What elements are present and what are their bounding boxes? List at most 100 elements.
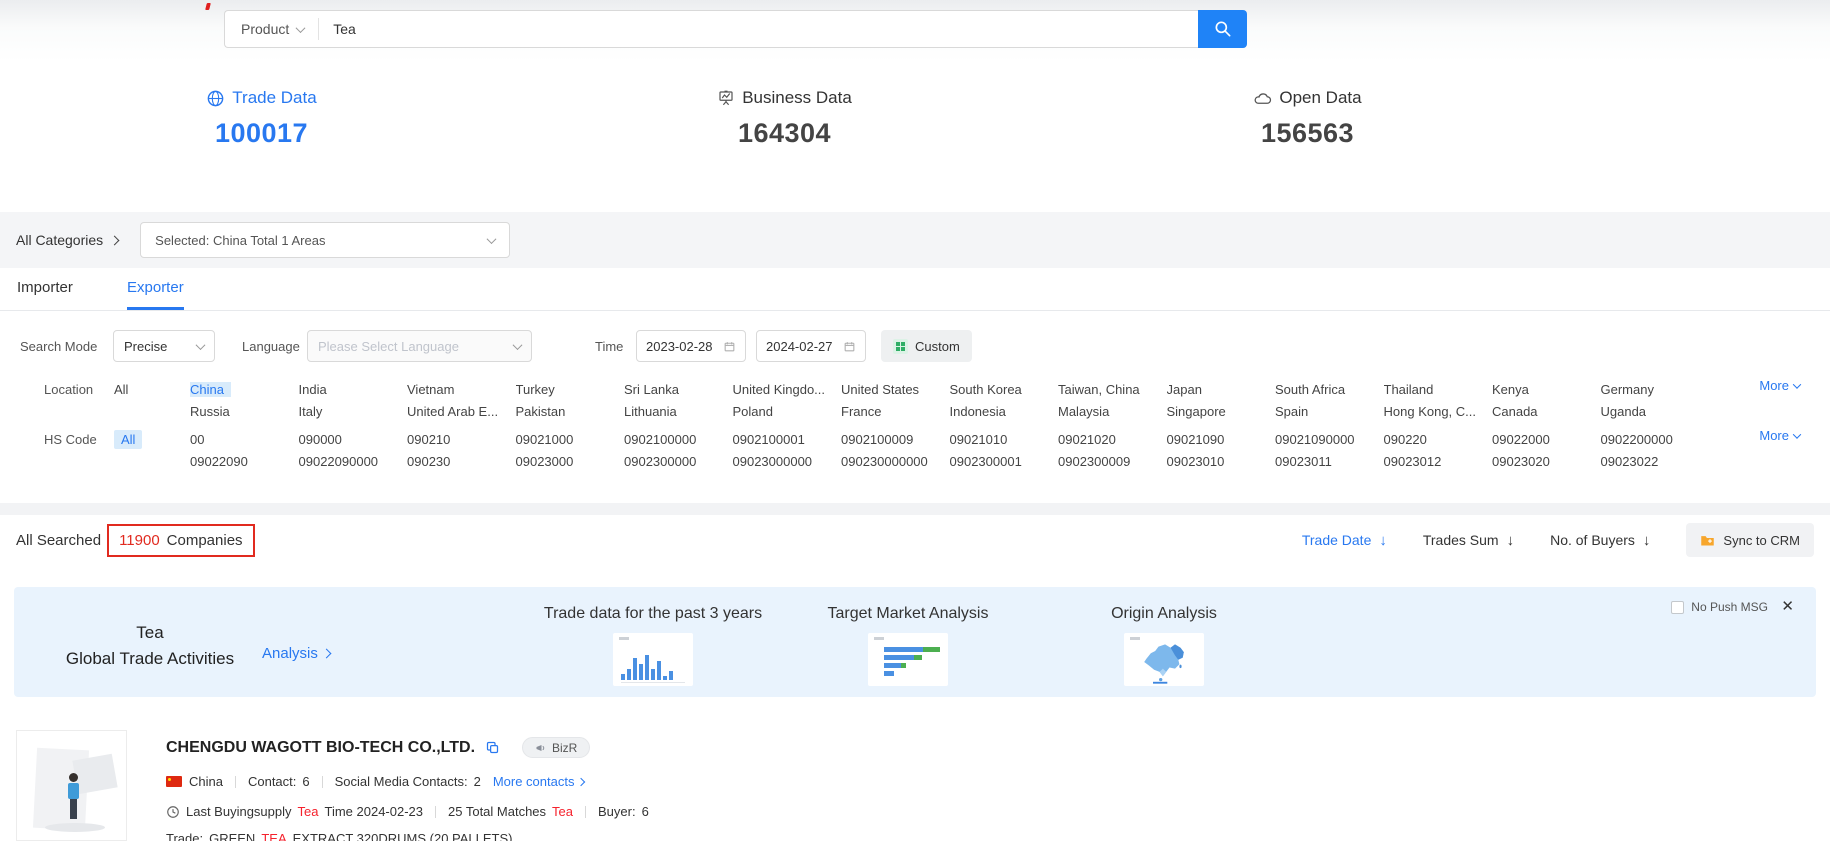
hs-code-option[interactable]: 09023000000 xyxy=(733,454,842,469)
hs-code-option[interactable]: 09021000 xyxy=(516,432,625,447)
location-option[interactable]: Uganda xyxy=(1601,404,1710,419)
all-categories-link[interactable]: All Categories xyxy=(16,232,118,248)
location-option[interactable]: Hong Kong, C... xyxy=(1384,404,1493,419)
location-option[interactable]: Pakistan xyxy=(516,404,625,419)
hs-code-option[interactable]: 09022090 xyxy=(190,454,299,469)
location-option[interactable]: Kenya xyxy=(1492,382,1601,397)
hs-code-option[interactable]: 09022090000 xyxy=(299,454,408,469)
location-option[interactable]: Russia xyxy=(190,404,299,419)
location-option[interactable]: Canada xyxy=(1492,404,1601,419)
location-option[interactable]: Malaysia xyxy=(1058,404,1167,419)
hs-code-option[interactable]: 09023000 xyxy=(516,454,625,469)
custom-time-button[interactable]: Custom xyxy=(881,330,972,362)
location-option[interactable]: Japan xyxy=(1167,382,1276,397)
location-option[interactable]: Thailand xyxy=(1384,382,1493,397)
location-option[interactable]: United Kingdo... xyxy=(733,382,842,397)
hs-code-option[interactable]: 00 xyxy=(190,432,299,447)
sort-trade-date[interactable]: Trade Date ↓ xyxy=(1302,532,1387,549)
location-option[interactable]: South Africa xyxy=(1275,382,1384,397)
hs-code-option[interactable]: 0902200000 xyxy=(1601,432,1710,447)
banner-close-icon[interactable]: ✕ xyxy=(1781,597,1794,615)
hs-code-option[interactable]: 09022000 xyxy=(1492,432,1601,447)
hs-code-option[interactable]: 0902100001 xyxy=(733,432,842,447)
hs-code-option[interactable]: 09023010 xyxy=(1167,454,1276,469)
results-header: All Searched 11900 Companies Trade Date … xyxy=(0,515,1830,565)
hs-code-option[interactable]: 09023022 xyxy=(1601,454,1710,469)
location-all-option[interactable]: All xyxy=(114,382,190,397)
hs-code-option[interactable]: 09023020 xyxy=(1492,454,1601,469)
origin-analysis-card[interactable]: Origin Analysis xyxy=(1051,605,1277,686)
location-option[interactable]: India xyxy=(299,382,408,397)
location-option[interactable]: Italy xyxy=(299,404,408,419)
location-option[interactable]: Indonesia xyxy=(950,404,1059,419)
chevron-right-icon xyxy=(577,777,585,785)
copy-icon[interactable] xyxy=(485,740,500,755)
location-option[interactable]: Germany xyxy=(1601,382,1710,397)
location-option[interactable]: Vietnam xyxy=(407,382,516,397)
trade-text-2: EXTRACT 320DRUMS (20 PALLETS) xyxy=(293,831,513,841)
hs-code-option[interactable]: 0902300001 xyxy=(950,454,1059,469)
hs-all-option[interactable]: All xyxy=(114,432,190,447)
stat-label: Open Data xyxy=(1279,88,1361,108)
hs-code-option[interactable]: 090220 xyxy=(1384,432,1493,447)
location-option[interactable]: Lithuania xyxy=(624,404,733,419)
sync-to-crm-button[interactable]: Sync to CRM xyxy=(1686,523,1814,557)
location-option[interactable]: Singapore xyxy=(1167,404,1276,419)
location-option[interactable]: Poland xyxy=(733,404,842,419)
trade-data-3years-card[interactable]: Trade data for the past 3 years xyxy=(540,605,766,686)
all-categories-label: All Categories xyxy=(16,232,103,248)
no-push-msg-checkbox[interactable] xyxy=(1671,601,1684,614)
tab-importer[interactable]: Importer xyxy=(17,268,73,310)
sort-trades-sum[interactable]: Trades Sum ↓ xyxy=(1423,532,1514,549)
hs-code-option[interactable]: 090000 xyxy=(299,432,408,447)
sort-no-of-buyers[interactable]: No. of Buyers ↓ xyxy=(1550,532,1650,549)
tab-exporter[interactable]: Exporter xyxy=(127,268,184,310)
hs-code-option[interactable]: 09023012 xyxy=(1384,454,1493,469)
location-label: Location xyxy=(44,382,114,397)
hs-code-option[interactable]: 0902100009 xyxy=(841,432,950,447)
location-option[interactable]: South Korea xyxy=(950,382,1059,397)
date-from-picker[interactable]: 2023-02-28 xyxy=(636,330,746,362)
target-market-analysis-card[interactable]: Target Market Analysis xyxy=(795,605,1021,686)
location-option[interactable]: United States xyxy=(841,382,950,397)
analysis-link[interactable]: Analysis xyxy=(262,645,330,662)
arrow-down-icon: ↓ xyxy=(1643,532,1651,549)
hs-code-option[interactable]: 0902300000 xyxy=(624,454,733,469)
search-input[interactable] xyxy=(319,21,1198,37)
stat-trade-data[interactable]: Trade Data 100017 xyxy=(0,88,523,149)
hs-code-option[interactable]: 090230 xyxy=(407,454,516,469)
location-option-selected[interactable]: China xyxy=(190,382,231,397)
hs-code-option[interactable]: 0902100000 xyxy=(624,432,733,447)
stat-open-data[interactable]: Open Data 156563 xyxy=(1046,88,1569,149)
company-name-link[interactable]: CHENGDU WAGOTT BIO-TECH CO.,LTD. xyxy=(166,739,475,757)
hs-code-more-link[interactable]: More xyxy=(1759,428,1800,443)
hs-code-option[interactable]: 09021090 xyxy=(1167,432,1276,447)
bizr-badge[interactable]: BizR xyxy=(522,737,590,758)
selected-areas-select[interactable]: Selected: China Total 1 Areas xyxy=(140,222,510,258)
search-mode-select[interactable]: Precise xyxy=(113,330,215,362)
stat-business-data[interactable]: Business Data 164304 xyxy=(523,88,1046,149)
language-select[interactable]: Please Select Language xyxy=(307,330,532,362)
location-option[interactable]: Spain xyxy=(1275,404,1384,419)
chevron-right-icon xyxy=(110,235,120,245)
search-category-select[interactable]: Product xyxy=(225,11,318,47)
more-contacts-link[interactable]: More contacts xyxy=(493,774,585,789)
location-more-link[interactable]: More xyxy=(1759,378,1800,393)
hs-code-option[interactable]: 09021090000 xyxy=(1275,432,1384,447)
location-option[interactable]: Turkey xyxy=(516,382,625,397)
bizr-label: BizR xyxy=(552,741,577,755)
location-option[interactable]: Taiwan, China xyxy=(1058,382,1167,397)
company-avatar[interactable] xyxy=(16,730,127,841)
hs-code-option[interactable]: 090230000000 xyxy=(841,454,950,469)
chevron-down-icon xyxy=(296,23,306,33)
search-button[interactable] xyxy=(1198,10,1247,48)
hs-code-option[interactable]: 09021010 xyxy=(950,432,1059,447)
hs-code-option[interactable]: 09021020 xyxy=(1058,432,1167,447)
location-option[interactable]: United Arab E... xyxy=(407,404,516,419)
location-option[interactable]: France xyxy=(841,404,950,419)
hs-code-option[interactable]: 09023011 xyxy=(1275,454,1384,469)
hs-code-option[interactable]: 090210 xyxy=(407,432,516,447)
location-option[interactable]: Sri Lanka xyxy=(624,382,733,397)
date-to-picker[interactable]: 2024-02-27 xyxy=(756,330,866,362)
hs-code-option[interactable]: 0902300009 xyxy=(1058,454,1167,469)
